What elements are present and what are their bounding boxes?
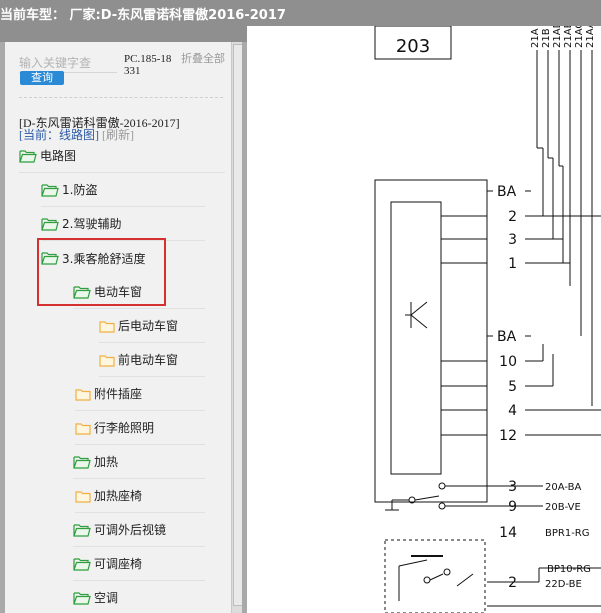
pin-label: 4 [508, 403, 517, 419]
scrollbar-thumb[interactable] [233, 44, 242, 606]
wire-label: 21A [530, 28, 541, 48]
pin-label: 3 [508, 232, 517, 248]
tree-item[interactable]: 2.驾驶辅助 [41, 207, 205, 241]
wire-label: 22D-BE [545, 579, 582, 590]
folder-closed-icon [75, 489, 94, 503]
pin-label: 2 [508, 209, 517, 225]
pin-label: 9 [508, 499, 517, 515]
wire-label: 20B-VE [545, 502, 581, 513]
tree-item-label: 前电动车窗 [118, 353, 179, 367]
tree-item[interactable]: 加热 [73, 445, 205, 479]
wire-label: BP10-RG [547, 564, 591, 575]
wire-label: 21AD [552, 26, 563, 48]
connector-label-1: BA [497, 184, 517, 200]
tree-item-label: 电路图 [40, 149, 77, 163]
folder-closed-icon [99, 319, 118, 333]
query-button[interactable]: 查询 [20, 71, 64, 85]
folder-open-icon [73, 523, 94, 537]
folder-closed-icon [99, 353, 118, 367]
tree-item[interactable]: 附件插座 [75, 377, 205, 411]
tree-item-label: 空调 [94, 591, 119, 605]
wire-label: 21AB [563, 26, 574, 48]
tree-item[interactable]: 行李舱照明 [75, 411, 205, 445]
sidebar: 查询 PC.185-18331 折叠全部 [D-东风雷诺科雷傲-2016-201… [5, 42, 242, 613]
wire-label: 21B [541, 28, 552, 48]
wiring-diagram[interactable]: 203 21A 21B 21AD 21AB 21AC 21AA BA BA 2 3 1 1… [247, 26, 601, 613]
wiring-diagram-canvas: 203 21A 21B 21AD 21AB 21AC 21AA BA BA 2 3 1 1… [374, 26, 601, 613]
tree-item[interactable]: 前电动车窗 [99, 343, 205, 377]
folder-open-icon [73, 455, 94, 469]
highlight-box [37, 238, 166, 306]
box-label: 203 [396, 36, 430, 57]
pin-label: 2 [508, 575, 517, 591]
tree-item-label: 可调外后视镜 [94, 523, 167, 537]
folder-open-icon [41, 183, 62, 197]
tree-item-label: 可调座椅 [94, 557, 143, 571]
pin-label: 5 [508, 379, 517, 395]
tree-item[interactable]: 后电动车窗 [99, 309, 205, 343]
tree-item[interactable]: 电路图 [19, 139, 225, 173]
tree-item[interactable]: 可调外后视镜 [73, 513, 205, 547]
pin-label: 3 [508, 479, 517, 495]
pin-label: 1 [508, 256, 517, 272]
folder-open-icon [41, 217, 62, 231]
folder-closed-icon [75, 421, 94, 435]
tree-item-label: 2.驾驶辅助 [62, 217, 122, 231]
wire-label: 21AA [585, 26, 596, 48]
tree-item-label: 加热 [94, 455, 119, 469]
tree-item[interactable]: 空调 [73, 581, 205, 613]
folder-open-icon [73, 591, 94, 605]
tree-item-label: 1.防盗 [62, 183, 98, 197]
folder-open-icon [19, 149, 40, 163]
tree-item[interactable]: 1.防盗 [41, 173, 205, 207]
tree-item-label: 后电动车窗 [118, 319, 179, 333]
window-title: 当前车型： 厂家:D-东风雷诺科雷傲2016-2017 [0, 8, 286, 23]
tree-item-label: 加热座椅 [94, 489, 143, 503]
wire-label: 21AC [574, 26, 585, 48]
tree-item[interactable]: 加热座椅 [75, 479, 205, 513]
pc-code-label: PC.185-18331 [124, 53, 172, 77]
tree-item[interactable]: 可调座椅 [73, 547, 205, 581]
tree-item-label: 附件插座 [94, 387, 143, 401]
wire-label: BPR1-RG [545, 528, 590, 539]
pin-label: 10 [499, 354, 517, 370]
connector-label-2: BA [497, 329, 517, 345]
tree-item-label: 行李舱照明 [94, 421, 155, 435]
folder-open-icon [73, 557, 94, 571]
wire-label: 20A-BA [545, 482, 581, 493]
divider [19, 97, 223, 98]
pin-label: 14 [499, 525, 517, 541]
scrollbar[interactable] [231, 42, 242, 613]
pin-label: 12 [499, 428, 517, 444]
collapse-all-button[interactable]: 折叠全部 [181, 53, 225, 65]
folder-closed-icon [75, 387, 94, 401]
